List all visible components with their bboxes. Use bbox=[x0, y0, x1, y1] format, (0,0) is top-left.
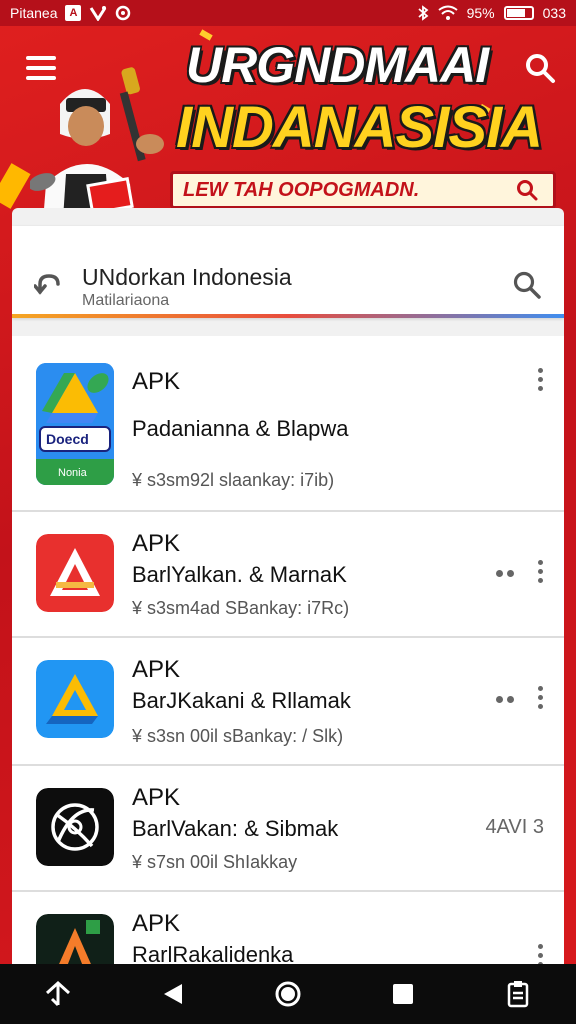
banner-headline-country: INDANASISIA bbox=[176, 95, 543, 160]
item-meta: ¥ s7sn 00il ShIakkay bbox=[132, 852, 298, 872]
recents-square-icon[interactable] bbox=[383, 974, 423, 1014]
item-name: BarlYalkan. & MarnaK bbox=[132, 562, 347, 587]
red-triangle-graphic bbox=[36, 534, 114, 612]
list-item[interactable]: APK RarlRakalidenka bbox=[12, 892, 564, 968]
promo-banner: URGNDMAAI INDANASISIA LEW TAH OOPOGMADN. bbox=[0, 26, 576, 216]
list-item[interactable]: APK BarJKakani & Rllamak ¥ s3sn 00il sBa… bbox=[12, 638, 564, 766]
back-icon[interactable] bbox=[153, 974, 193, 1014]
more-dots-icon bbox=[496, 570, 518, 578]
overflow-menu-button[interactable] bbox=[534, 560, 546, 590]
status-bar: Pitanea A 95% 033 bbox=[0, 0, 576, 26]
mascot-illustration bbox=[30, 67, 164, 216]
blue-drive-graphic bbox=[36, 660, 114, 738]
item-tag: APK bbox=[132, 368, 181, 395]
item-tag: APK bbox=[132, 784, 181, 811]
search-bar[interactable]: UNdorkan Indonesia Matilariaona bbox=[12, 226, 564, 318]
menu-bar bbox=[26, 56, 56, 60]
item-tag: APK bbox=[132, 530, 181, 557]
app-icon-badge: Doecd bbox=[46, 431, 89, 447]
system-nav-bar bbox=[0, 964, 576, 1024]
wifi-icon bbox=[437, 5, 458, 20]
app-screen: Pitanea A 95% 033 URGNDMAAI INDANASISIA … bbox=[0, 0, 576, 1024]
banner-headline: URGNDMAAI bbox=[186, 37, 489, 93]
list-item[interactable]: Doecd Nonia APK Padanianna & Blapwa ¥ s3… bbox=[12, 336, 564, 512]
clipboard-icon[interactable] bbox=[498, 974, 538, 1014]
confetti-decoration bbox=[0, 163, 31, 209]
more-dots-icon bbox=[496, 696, 518, 704]
dark-triangle-icon bbox=[36, 914, 114, 968]
drive-triangle-icon: Doecd Nonia bbox=[36, 363, 114, 485]
blue-drive-icon bbox=[36, 660, 114, 738]
results-list: Doecd Nonia APK Padanianna & Blapwa ¥ s3… bbox=[12, 336, 564, 968]
notification-square-icon: A bbox=[65, 5, 82, 21]
banner-cta-button[interactable]: LEW TAH OOPOGMADN. bbox=[170, 171, 556, 209]
item-meta: ¥ s3sm4ad SBankay: i7Rc) bbox=[132, 598, 350, 618]
status-left: Pitanea A bbox=[10, 5, 131, 21]
home-arrow-icon[interactable] bbox=[38, 974, 78, 1014]
overflow-menu-button[interactable] bbox=[534, 368, 546, 398]
search-icon[interactable] bbox=[522, 50, 558, 86]
bluetooth-icon bbox=[418, 5, 429, 21]
status-right: 95% 033 bbox=[417, 5, 566, 21]
alert-circle-icon bbox=[116, 5, 131, 21]
compass-swirl-graphic bbox=[36, 788, 114, 866]
item-name: Padanianna & Blapwa bbox=[132, 416, 349, 441]
search-subtitle: Matilariaona bbox=[82, 292, 170, 309]
item-meta: ¥ s3sm92l slaankay: i7ib) bbox=[132, 470, 335, 490]
compass-swirl-icon bbox=[36, 788, 114, 866]
search-icon bbox=[517, 180, 538, 201]
item-tag: APK bbox=[132, 910, 181, 937]
clock: 033 bbox=[542, 5, 566, 21]
battery-icon bbox=[503, 6, 534, 20]
list-item[interactable]: APK BarlVakan: & Sibmak ¥ s7sn 00il ShIa… bbox=[12, 766, 564, 892]
item-size: 4AVI 3 bbox=[485, 816, 544, 838]
overflow-menu-button[interactable] bbox=[534, 686, 546, 716]
list-item[interactable]: APK BarlYalkan. & MarnaK ¥ s3sm4ad SBank… bbox=[12, 512, 564, 638]
results-panel: UNdorkan Indonesia Matilariaona Doecd No… bbox=[12, 208, 564, 968]
battery-percent: 95% bbox=[466, 5, 495, 21]
item-name: BarJKakani & Rllamak bbox=[132, 688, 351, 713]
item-tag: APK bbox=[132, 656, 181, 683]
app-icon-footer: Nonia bbox=[58, 467, 87, 479]
home-circle-icon[interactable] bbox=[268, 974, 308, 1014]
dark-triangle-graphic bbox=[36, 914, 114, 968]
carrier-label: Pitanea bbox=[10, 5, 58, 21]
item-meta: ¥ s3sn 00il sBankay: / Slk) bbox=[132, 726, 344, 746]
back-arrow-icon[interactable] bbox=[34, 270, 64, 298]
cta-label: LEW TAH OOPOGMADN. bbox=[183, 178, 420, 201]
item-name: BarlVakan: & Sibmak bbox=[132, 816, 339, 841]
search-icon[interactable] bbox=[512, 270, 542, 300]
search-query-text: UNdorkan Indonesia bbox=[82, 264, 292, 290]
red-triangle-icon bbox=[36, 534, 114, 612]
signal-v-icon bbox=[90, 6, 107, 21]
